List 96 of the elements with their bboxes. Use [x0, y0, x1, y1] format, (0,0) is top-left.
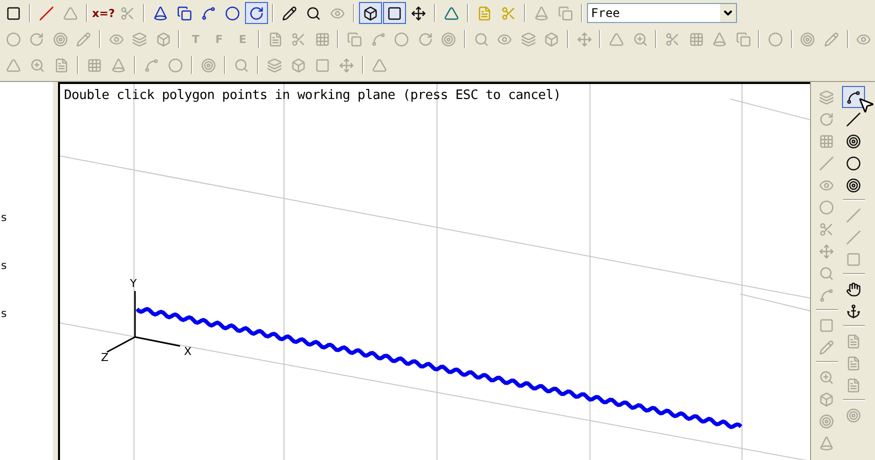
axis-label: Z	[101, 351, 109, 364]
copy-icon	[347, 32, 362, 46]
pencil-icon	[76, 32, 92, 46]
triangle-icon	[609, 32, 624, 46]
scissors-icon	[665, 32, 680, 46]
panel-text: s	[0, 260, 7, 272]
layers-icon	[819, 90, 834, 104]
circle-icon	[168, 58, 183, 72]
curve-icon	[370, 32, 386, 46]
cone-icon	[111, 58, 126, 72]
line-icon	[846, 112, 861, 126]
document-icon	[846, 334, 861, 348]
target-icon	[52, 32, 68, 46]
search-icon	[819, 266, 834, 280]
rotate-icon	[819, 112, 834, 126]
zoom-in-icon	[632, 32, 648, 46]
search-icon	[474, 32, 489, 46]
cube-icon	[156, 32, 171, 46]
circle-icon	[6, 32, 21, 46]
document-icon	[54, 58, 69, 72]
layers-icon	[132, 32, 148, 46]
zoom-in-icon	[819, 370, 834, 384]
circle-icon	[846, 156, 861, 170]
search-icon	[234, 58, 249, 72]
dropdown-arrow-button[interactable]	[720, 4, 736, 22]
circle-icon	[768, 32, 783, 46]
line-icon	[846, 208, 861, 222]
anchor-icon	[846, 304, 861, 318]
target-icon	[800, 32, 816, 46]
target-icon	[201, 58, 216, 72]
dropdown-value: Free	[590, 6, 621, 20]
cone-icon	[819, 436, 834, 450]
eye-icon	[856, 32, 872, 46]
grid-icon	[819, 134, 834, 148]
eye-icon	[330, 6, 345, 20]
search-icon	[306, 6, 321, 20]
status-message: Double click polygon points in working plane (press ESC to cancel)	[64, 88, 561, 103]
move-icon	[576, 32, 592, 46]
circle-icon	[846, 134, 861, 148]
pencil-icon	[819, 340, 834, 354]
move-icon	[339, 58, 354, 72]
circle-icon	[394, 32, 410, 46]
move-icon	[819, 244, 834, 258]
view-mode-dropdown[interactable]: Free	[587, 3, 737, 23]
eye-icon	[108, 32, 124, 46]
panel-text: s	[0, 212, 7, 224]
toolbar-button[interactable]	[359, 2, 382, 24]
document-icon	[846, 356, 861, 370]
triangle-icon	[372, 58, 387, 72]
curve-icon	[819, 288, 834, 302]
eye-icon	[497, 32, 512, 46]
cone-icon	[534, 6, 549, 20]
grid-icon	[314, 32, 330, 46]
grid-icon	[87, 58, 102, 72]
document-icon	[268, 32, 283, 46]
move-icon	[411, 6, 426, 20]
toolbar-button[interactable]: x=?	[92, 2, 115, 24]
cube-icon	[363, 6, 378, 20]
axis-label: Y	[130, 277, 137, 290]
triangle-icon	[6, 58, 21, 72]
copy-icon	[736, 32, 750, 46]
cube-icon	[544, 32, 560, 46]
polyline-icon	[846, 90, 861, 104]
panel-text: s	[0, 308, 7, 320]
axis-label: X	[184, 345, 192, 358]
target-icon	[819, 414, 834, 428]
cube-icon	[819, 392, 834, 406]
curve-icon	[144, 58, 159, 72]
line-icon	[819, 156, 834, 170]
circle-icon	[819, 200, 834, 214]
toolbar-button[interactable]	[245, 2, 268, 24]
scissors-icon	[819, 222, 834, 236]
square-icon	[387, 6, 402, 20]
hand-icon	[846, 282, 861, 296]
toolbar-button[interactable]	[383, 2, 406, 24]
pencil-icon	[824, 32, 839, 46]
triangle-icon	[63, 6, 78, 20]
layers-icon	[520, 32, 536, 46]
rotate-icon	[418, 32, 433, 46]
grid-icon	[688, 32, 704, 46]
zoom-in-icon	[30, 58, 45, 72]
cube-icon	[291, 58, 306, 72]
pencil-icon	[282, 6, 297, 20]
rotate-icon	[29, 32, 44, 46]
copy-icon	[558, 6, 573, 20]
cone-icon	[712, 32, 727, 46]
target-icon	[441, 32, 456, 46]
scissors-icon	[291, 32, 306, 46]
layers-icon	[267, 58, 282, 72]
document-icon	[846, 378, 861, 392]
square-icon	[846, 252, 861, 266]
square-icon	[819, 318, 834, 332]
square-icon	[315, 58, 330, 72]
square-icon	[6, 6, 21, 20]
scissors-icon	[120, 6, 135, 20]
eye-icon	[819, 178, 834, 192]
